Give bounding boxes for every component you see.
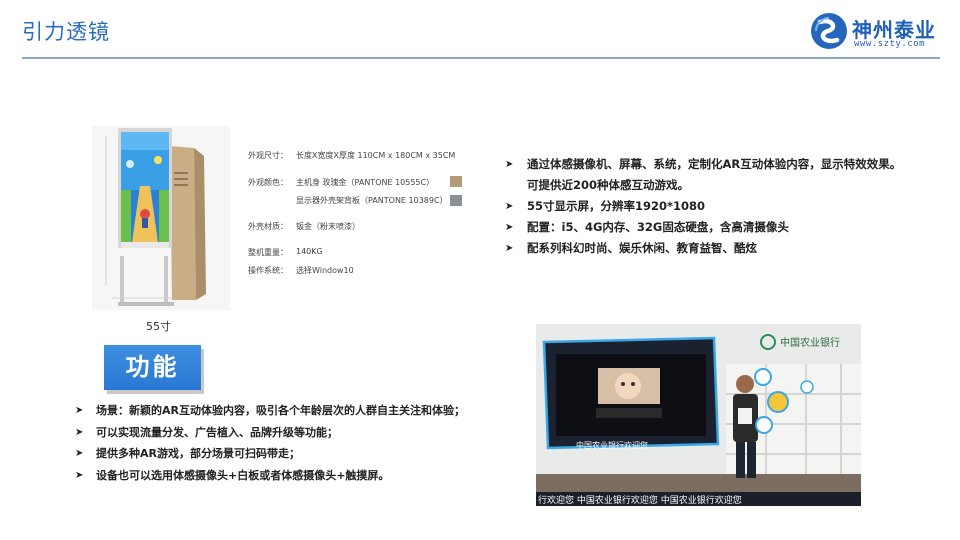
bullet-arrow-icon: ➤ [75, 448, 84, 459]
function-list: ➤ 场景：新颖的AR互动体验内容，吸引各个年龄层次的人群自主关注和体验； ➤ 可以实… [75, 400, 475, 486]
color-swatch-gray [450, 195, 462, 206]
kiosk-size-caption: 55寸 [146, 320, 171, 333]
bank-name-text: 中国农业银行 [780, 336, 840, 349]
ar-demo-photo: 中国农业银行 中国农业银行欢迎您 行欢迎您 中国农业银行欢迎您 中国农业银行欢迎… [536, 324, 861, 506]
kiosk-product-image [92, 126, 230, 310]
spec-label: 外壳材质： [248, 222, 288, 231]
list-item: ➤ 场景：新颖的AR互动体验内容，吸引各个年龄层次的人群自主关注和体验； [75, 400, 475, 422]
list-item: ➤ 配置：i5、4G内存、32G固态硬盘，含高清摄像头 [505, 217, 905, 238]
bullet-arrow-icon: ➤ [505, 243, 514, 254]
bullet-arrow-icon: ➤ [75, 426, 84, 438]
list-item: ➤ 提供多种AR游戏，部分场景可扫码带走； [75, 443, 475, 465]
bullet-arrow-icon: ➤ [505, 222, 514, 233]
bullet-arrow-icon: ➤ [505, 201, 514, 212]
spec-value: 选择Window10 [296, 266, 354, 275]
spec-label: 外观颜色： [248, 178, 288, 187]
bullet-arrow-icon: ➤ [75, 469, 84, 481]
spec-value: 长度X宽度X厚度 110CM x 180CM x 35CM [296, 151, 456, 160]
feature-list: ➤ 通过体感摄像机、屏幕、系统，定制化AR互动体验内容，显示特效效果。可提供近20… [505, 154, 905, 259]
spec-label: 操作系统： [248, 266, 288, 275]
ar-banner-text: 中国农业银行欢迎您 [576, 440, 648, 450]
company-logo: 神州泰业 www.szty.com [810, 10, 945, 52]
spec-value: 钣金（粉末喷漆） [296, 222, 360, 231]
bullet-arrow-icon: ➤ [505, 159, 514, 170]
ticker-text: 行欢迎您 中国农业银行欢迎您 中国农业银行欢迎您 [538, 494, 742, 506]
spec-label: 外观尺寸： [248, 151, 288, 160]
spec-value: 主机身 玫瑰金（PANTONE 10555C） [296, 178, 435, 187]
color-swatch-rose-gold [450, 176, 462, 187]
logo-url: www.szty.com [854, 39, 926, 49]
list-item: ➤ 可以实现流量分发、广告植入、品牌升级等功能； [75, 422, 475, 444]
list-item: ➤ 55寸显示屏，分辨率1920*1080 [505, 196, 905, 217]
logo-icon [811, 13, 847, 49]
list-item: ➤ 设备也可以选用体感摄像头+白板或者体感摄像头+触摸屏。 [75, 465, 475, 487]
header-divider [22, 57, 940, 59]
page-title: 引力透镜 [22, 20, 110, 44]
spec-value: 140KG [296, 247, 323, 256]
list-item: ➤ 通过体感摄像机、屏幕、系统，定制化AR互动体验内容，显示特效效果。可提供近20… [505, 154, 905, 196]
list-item: ➤ 配系列科幻时尚、娱乐休闲、教育益智、酷炫 [505, 238, 905, 259]
spec-value: 显示器外壳架背板（PANTONE 10389C） [296, 196, 448, 205]
function-badge: 功能 [104, 345, 201, 390]
spec-label: 整机重量： [248, 248, 288, 257]
bullet-arrow-icon: ➤ [75, 405, 84, 416]
